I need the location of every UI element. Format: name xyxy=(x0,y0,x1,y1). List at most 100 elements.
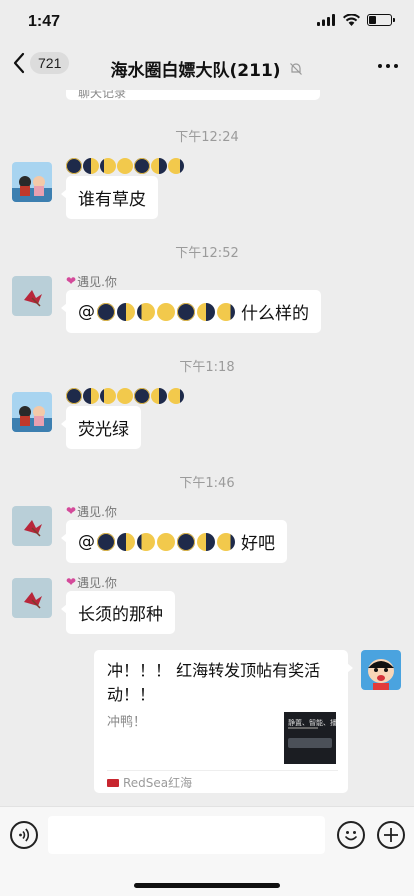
timestamp: 下午1:18 xyxy=(179,360,235,375)
timestamp: 下午1:46 xyxy=(179,476,235,491)
divider xyxy=(107,770,338,771)
mention-symbol: @ xyxy=(78,301,95,322)
input-bar xyxy=(0,806,414,896)
avatar[interactable] xyxy=(12,392,52,432)
message-text: 荧光绿 xyxy=(78,420,129,440)
waning-gibbous-moon-icon xyxy=(168,388,184,404)
voice-input-button[interactable] xyxy=(10,821,38,849)
mention-symbol: @ xyxy=(78,531,95,552)
new-moon-icon xyxy=(134,388,150,404)
last-quarter-moon-icon xyxy=(197,532,215,551)
message-text: 好吧 xyxy=(241,534,275,554)
message-bubble[interactable]: 长须的那种 xyxy=(61,591,175,634)
first-quarter-moon-icon xyxy=(117,302,135,321)
message-text: 谁有草皮 xyxy=(78,190,146,210)
more-options-button[interactable] xyxy=(378,64,398,68)
sender-name-text: 遇见.你 xyxy=(77,274,117,289)
mute-bell-icon xyxy=(289,61,303,81)
card-source: RedSea红海 xyxy=(107,774,192,791)
full-moon-icon xyxy=(157,302,175,321)
timestamp: 下午12:24 xyxy=(175,130,239,145)
message-bubble[interactable]: @ 好吧 xyxy=(61,520,287,563)
first-quarter-moon-icon xyxy=(83,388,99,404)
new-moon-icon xyxy=(66,158,82,174)
battery-level xyxy=(369,16,376,24)
previous-message-bubble[interactable]: 聊天记录 xyxy=(66,90,320,100)
last-quarter-moon-icon xyxy=(151,158,167,174)
unread-count-badge: 721 xyxy=(30,52,70,74)
waxing-gibbous-moon-icon xyxy=(137,302,155,321)
message-text: 什么样的 xyxy=(241,304,309,324)
message-bubble[interactable]: 谁有草皮 xyxy=(61,176,158,219)
thumbnail-device xyxy=(288,738,332,748)
battery-icon xyxy=(367,14,395,26)
heart-decor-icon: ❤ xyxy=(66,575,77,589)
new-moon-icon xyxy=(177,302,195,321)
waning-gibbous-moon-icon xyxy=(217,302,235,321)
sender-name-text: 遇见.你 xyxy=(77,575,117,590)
new-moon-icon xyxy=(177,532,195,551)
sender-name-moons xyxy=(66,158,184,174)
chat-title: 海水圈白嫖大队(211) xyxy=(70,56,344,81)
full-moon-icon xyxy=(117,388,133,404)
plus-icon xyxy=(384,828,398,842)
dot-icon xyxy=(394,64,398,68)
waning-gibbous-moon-icon xyxy=(168,158,184,174)
emoji-button[interactable] xyxy=(337,821,365,849)
nav-bar: 721 海水圈白嫖大队(211) xyxy=(0,44,414,90)
sender-name: ❤ 遇见.你 xyxy=(66,273,117,289)
last-quarter-moon-icon xyxy=(197,302,215,321)
first-quarter-moon-icon xyxy=(117,532,135,551)
card-title: 冲！！！ 红海转发顶帖有奖活动！！ xyxy=(107,661,321,704)
card-description: 冲鸭！ xyxy=(107,715,147,730)
dot-icon xyxy=(378,64,382,68)
my-avatar[interactable] xyxy=(361,650,401,690)
avatar[interactable] xyxy=(12,506,52,546)
heart-decor-icon: ❤ xyxy=(66,274,77,288)
new-moon-icon xyxy=(97,532,115,551)
previous-message-text: 聊天记录 xyxy=(78,90,127,100)
message-bubble[interactable]: 荧光绿 xyxy=(61,406,141,449)
heart-decor-icon: ❤ xyxy=(66,504,77,518)
avatar[interactable] xyxy=(12,276,52,316)
message-input[interactable] xyxy=(48,816,325,854)
full-moon-icon xyxy=(157,532,175,551)
message-bubble[interactable]: @ 什么样的 xyxy=(61,290,321,333)
new-moon-icon xyxy=(134,158,150,174)
waxing-gibbous-moon-icon xyxy=(100,388,116,404)
sender-name-text: 遇见.你 xyxy=(77,504,117,519)
last-quarter-moon-icon xyxy=(151,388,167,404)
card-thumbnail: 静置、智能、播控 xyxy=(284,712,336,764)
redsea-logo-icon xyxy=(107,778,119,787)
waxing-gibbous-moon-icon xyxy=(137,532,155,551)
sender-name-moons xyxy=(66,388,184,404)
chevron-left-icon xyxy=(13,52,25,74)
sender-name: ❤ 遇见.你 xyxy=(66,574,117,590)
waning-gibbous-moon-icon xyxy=(217,532,235,551)
chat-title-text: 海水圈白嫖大队(211) xyxy=(110,61,281,81)
timestamp: 下午12:52 xyxy=(175,246,239,261)
more-functions-button[interactable] xyxy=(377,821,405,849)
first-quarter-moon-icon xyxy=(83,158,99,174)
shared-link-card[interactable]: 冲！！！ 红海转发顶帖有奖活动！！ 冲鸭！ 静置、智能、播控 RedSea红海 xyxy=(94,650,353,793)
status-icons xyxy=(317,14,395,26)
back-button[interactable]: 721 xyxy=(12,52,70,74)
chat-area[interactable]: 聊天记录 下午12:24 谁有草皮 下午12:52 ❤ 遇见.你 @ 什么样的 … xyxy=(0,90,414,806)
avatar[interactable] xyxy=(12,578,52,618)
waxing-gibbous-moon-icon xyxy=(100,158,116,174)
dot-icon xyxy=(386,64,390,68)
full-moon-icon xyxy=(117,158,133,174)
home-indicator[interactable] xyxy=(134,883,280,888)
voice-icon xyxy=(19,828,30,842)
wifi-icon xyxy=(343,14,360,26)
message-text: 长须的那种 xyxy=(78,605,163,625)
sender-name: ❤ 遇见.你 xyxy=(66,503,117,519)
card-source-text: RedSea红海 xyxy=(123,776,193,790)
status-time: 1:47 xyxy=(28,13,61,30)
signal-icon xyxy=(317,14,335,26)
new-moon-icon xyxy=(97,302,115,321)
status-bar: 1:47 xyxy=(0,0,414,44)
avatar[interactable] xyxy=(12,162,52,202)
new-moon-icon xyxy=(66,388,82,404)
thumbnail-line xyxy=(288,727,318,729)
